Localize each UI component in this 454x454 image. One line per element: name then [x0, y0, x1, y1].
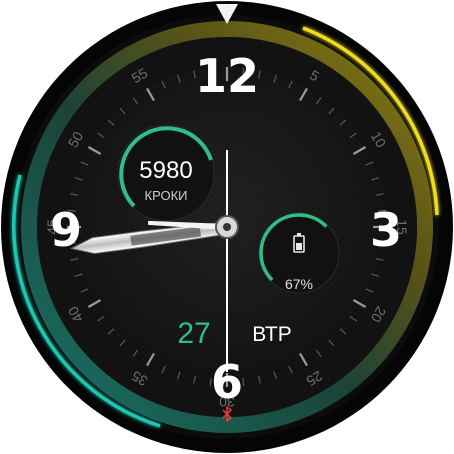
- battery-percent: 67%: [285, 276, 313, 292]
- hour-marker-12: 12: [195, 49, 259, 103]
- watch-dial: 510152025303540455055 12 3 6 9 5980 КРОК…: [1, 1, 453, 453]
- date-weekday: ВТР: [252, 323, 291, 346]
- watch-face: 5 10 15 20 25 30 35 40 45 50 55 12 3 6 9 5980 КРОК…: [0, 0, 454, 454]
- steps-complication[interactable]: 5980 КРОКИ: [117, 124, 215, 222]
- date-day: 27: [177, 317, 210, 350]
- steps-label: КРОКИ: [145, 188, 188, 203]
- steps-value: 5980: [139, 157, 192, 184]
- battery-complication[interactable]: 67%: [258, 212, 340, 294]
- hour-marker-3: 3: [370, 203, 402, 257]
